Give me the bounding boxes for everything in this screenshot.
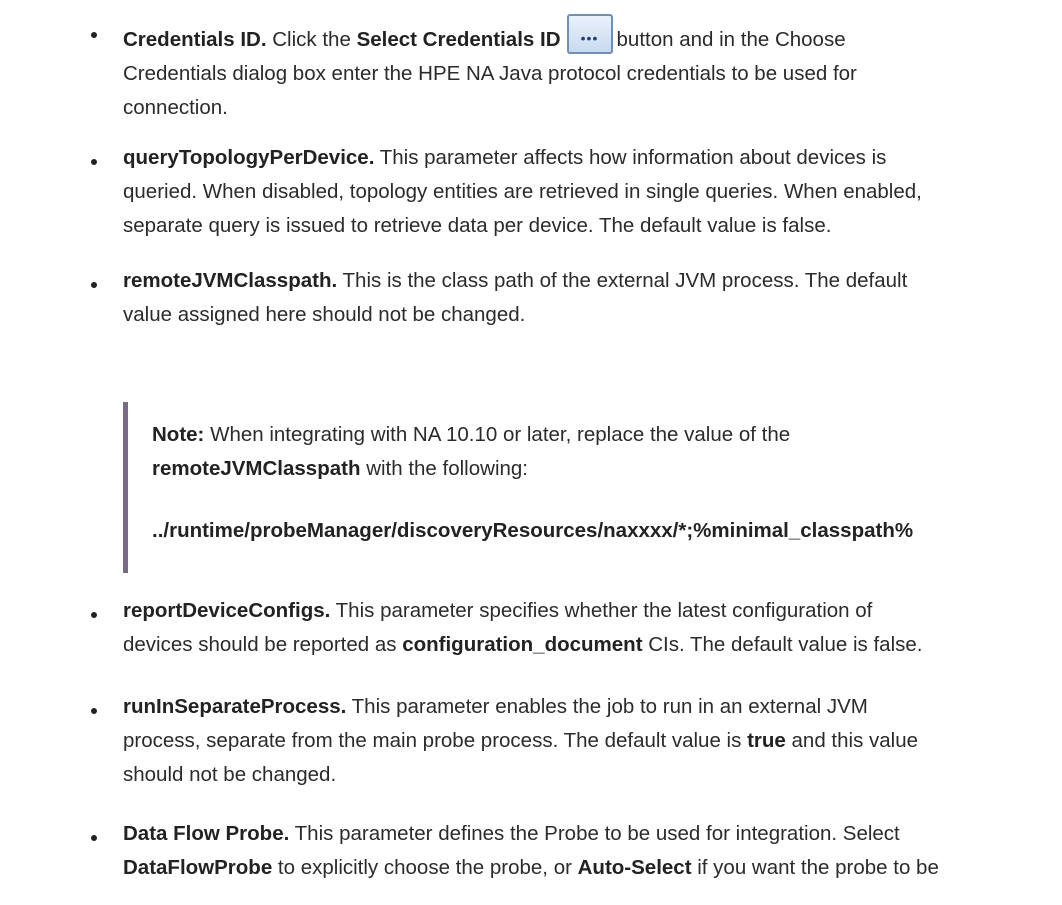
- text: This parameter defines the Probe to be u…: [294, 822, 900, 845]
- term-select-credentials-id: Select Credentials ID: [356, 28, 561, 51]
- note-block: Note: When integrating with NA 10.10 or …: [123, 402, 1028, 573]
- term-credentials-id: Credentials ID.: [123, 28, 267, 51]
- text: button and in the Choose: [616, 28, 846, 51]
- text: This parameter enables the job to run in…: [351, 695, 868, 718]
- note-label: Note:: [152, 423, 205, 446]
- text: and this value: [791, 729, 919, 752]
- text: devices should be reported as: [123, 633, 397, 656]
- term-dataflowprobe: DataFlowProbe: [123, 856, 273, 879]
- paragraph-credentials-id: Credentials ID. Click the Select Credent…: [123, 14, 1042, 125]
- text: When integrating with NA 10.10 or later,…: [210, 423, 791, 446]
- term-configuration-document: configuration_document: [402, 633, 643, 656]
- text: to explicitly choose the probe, or: [277, 856, 572, 879]
- bullet-dot: [91, 159, 97, 165]
- term-remote-jvm-classpath: remoteJVMClasspath.: [123, 269, 338, 292]
- paragraph-data-flow-probe: Data Flow Probe. This parameter defines …: [123, 817, 1042, 885]
- bullet-dot: [91, 612, 97, 618]
- text: process, separate from the main probe pr…: [123, 729, 742, 752]
- text: with the following:: [366, 457, 528, 480]
- text: connection.: [123, 96, 228, 119]
- bullet-dot: [91, 708, 97, 714]
- bullet-dot: [91, 835, 97, 841]
- note-text: Note: When integrating with NA 10.10 or …: [152, 418, 1028, 486]
- text: This parameter affects how information a…: [379, 146, 887, 169]
- term-data-flow-probe: Data Flow Probe.: [123, 822, 290, 845]
- text: should not be changed.: [123, 763, 337, 786]
- classpath-value: ../runtime/probeManager/discoveryResourc…: [152, 519, 914, 542]
- text: if you want the probe to be: [697, 856, 939, 879]
- paragraph-report-device-configs: reportDeviceConfigs. This parameter spec…: [123, 594, 1042, 662]
- text: Credentials dialog box enter the HPE NA …: [123, 62, 857, 85]
- term-auto-select: Auto-Select: [577, 856, 692, 879]
- note-classpath: ../runtime/probeManager/discoveryResourc…: [152, 514, 1028, 548]
- text: Click the: [272, 28, 351, 51]
- bullet-dot: [91, 282, 97, 288]
- paragraph-run-in-separate-process: runInSeparateProcess. This parameter ena…: [123, 690, 1042, 792]
- text: This is the class path of the external J…: [342, 269, 908, 292]
- term-remote-jvm-classpath: remoteJVMClasspath: [152, 457, 361, 480]
- bullet-dot: [91, 32, 97, 38]
- text: CIs. The default value is false.: [648, 633, 923, 656]
- term-true: true: [747, 729, 786, 752]
- term-run-in-separate-process: runInSeparateProcess.: [123, 695, 347, 718]
- paragraph-remote-jvm-classpath: remoteJVMClasspath. This is the class pa…: [123, 264, 1042, 332]
- text: value assigned here should not be change…: [123, 303, 526, 326]
- text: separate query is issued to retrieve dat…: [123, 214, 832, 237]
- ellipsis-button-icon[interactable]: [566, 14, 613, 55]
- paragraph-query-topology: queryTopologyPerDevice. This parameter a…: [123, 141, 1042, 243]
- term-report-device-configs: reportDeviceConfigs.: [123, 599, 331, 622]
- text: This parameter specifies whether the lat…: [335, 599, 873, 622]
- text: queried. When disabled, topology entitie…: [123, 180, 922, 203]
- term-query-topology: queryTopologyPerDevice.: [123, 146, 375, 169]
